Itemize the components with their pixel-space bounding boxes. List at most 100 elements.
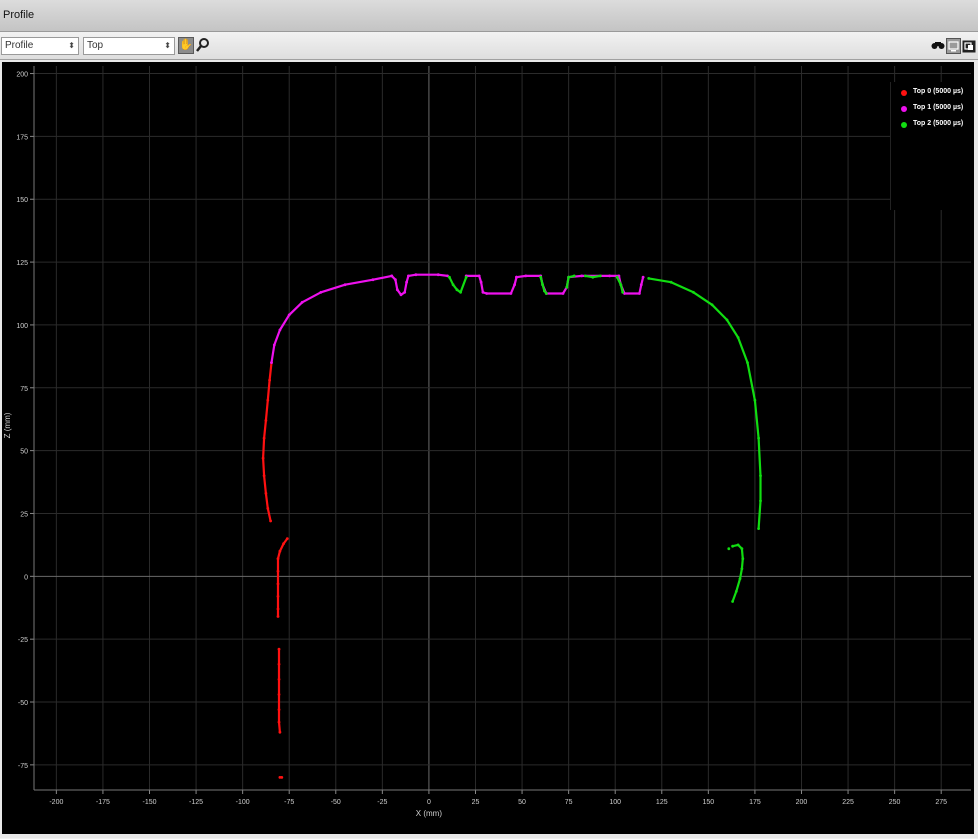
x-tick-label-0: -200 (49, 799, 63, 806)
series-1-segment-1-point-3 (399, 293, 403, 297)
series-2-segment-5-point-0 (647, 277, 651, 280)
y-tick-label-2: 150 (16, 197, 28, 204)
series-2-segment-2-point-0 (565, 285, 569, 289)
x-tick-label-6: -50 (331, 799, 341, 806)
series-0-segment-1-point-2 (278, 549, 282, 553)
series-0-segment-0-point-5 (261, 456, 265, 460)
series-1-segment-3-point-0 (515, 275, 518, 279)
series-2-segment-5-point-11 (757, 527, 760, 530)
x-tick-label-4: -100 (236, 799, 250, 806)
series-2-segment-4-point-1 (619, 283, 623, 287)
y-tick-label-8: 0 (24, 574, 28, 581)
window-title: Profile (3, 9, 35, 21)
source-select-value: Top (87, 40, 104, 51)
series-1-segment-0-point-2 (278, 328, 282, 332)
series-1-segment-0-point-5 (319, 290, 323, 294)
series-2-segment-5-point-9 (759, 474, 762, 478)
series-2-segment-6-point-2 (740, 547, 744, 551)
series-1-segment-2-point-2 (479, 280, 483, 284)
y-tick-label-3: 125 (16, 260, 28, 267)
series-1-segment-1-point-2 (395, 288, 399, 292)
series-2-segment-6-point-6 (734, 590, 738, 593)
series-2-segment-6-point-1 (736, 543, 740, 547)
series-1-segment-3 (515, 274, 645, 295)
series-1-segment-2-point-5 (509, 292, 513, 295)
series-2-segment-5-point-8 (757, 436, 760, 440)
series-0-segment-0-point-4 (262, 436, 266, 440)
binoculars-icon[interactable] (931, 38, 945, 55)
series-0-segment-2-point-4 (277, 708, 281, 711)
series-0-segment-2-point-0 (277, 647, 281, 651)
series-0-segment-0-point-3 (264, 419, 268, 422)
hand-icon[interactable]: ✋ (178, 37, 194, 54)
y-tick-label-7: 25 (20, 511, 28, 518)
x-axis-title: X (mm) (416, 809, 443, 818)
series-1-segment-2-point-1 (477, 274, 481, 278)
view-select[interactable]: Profile ⬍ (1, 37, 79, 55)
plot-frame: -200 -175 -150 -125 -100 -75 -50 -25 0 25 50 75 100 1… (0, 60, 978, 838)
series-0-segment-1-point-4 (276, 569, 280, 573)
zoom-icon[interactable] (195, 37, 211, 54)
series-2-segment-3-point-1 (591, 275, 595, 279)
series-1-segment-1-point-8 (436, 273, 440, 277)
series-0-segment-0-point-6 (262, 474, 266, 478)
series-2-segment-1-point-3 (544, 292, 548, 295)
series-1-segment-2-point-3 (481, 290, 485, 294)
series-2-segment-6 (731, 543, 744, 603)
series-1-segment-1-point-4 (403, 290, 407, 294)
restore-icon[interactable] (962, 38, 976, 54)
series-1-segment-3-point-13 (638, 292, 641, 295)
series-0-segment-1-point-7 (276, 607, 280, 611)
series-2-segment-4-point-2 (621, 290, 625, 294)
series-1-segment-2-point-6 (513, 283, 516, 287)
monitor-icon[interactable] (946, 38, 961, 54)
source-select[interactable]: Top ⬍ (83, 37, 175, 55)
series-0-segment-2-point-5 (277, 720, 281, 724)
x-tick-label-9: 25 (472, 799, 480, 806)
series-2-segment-5-point-6 (746, 361, 749, 364)
profile-plot[interactable]: -200 -175 -150 -125 -100 -75 -50 -25 0 25 50 75 100 1… (2, 62, 974, 834)
x-tick-label-19: 275 (935, 799, 947, 806)
series-2-segment-3-point-0 (584, 274, 587, 278)
series-1-segment-2-point-4 (485, 292, 489, 295)
series-2-segment-6-point-5 (738, 577, 742, 581)
legend-marker-top1 (901, 106, 907, 112)
series-1-segment-3-point-15 (641, 275, 645, 279)
series-0-segment-1-point-5 (276, 582, 280, 586)
legend-label-top2: Top 2 (5000 µs) (913, 120, 964, 127)
series-0-segment-0-point-2 (266, 398, 270, 402)
series-1-segment-1-point-6 (407, 274, 410, 278)
series-1-segment-3-point-1 (524, 274, 528, 278)
series-0-segment-0-point-7 (264, 492, 268, 495)
series-2-segment-0-point-1 (451, 283, 455, 287)
series-2-segment-0-point-4 (464, 275, 468, 279)
series-0-segment-1-point-6 (276, 595, 280, 598)
x-tick-label-16: 200 (796, 799, 808, 806)
series-0-segment-2-point-1 (277, 662, 281, 666)
series-2-segment-5-point-1 (669, 280, 673, 284)
x-tick-label-17: 225 (842, 799, 854, 806)
x-tick-label-8: 0 (427, 799, 431, 806)
series-2-segment-6-point-0 (731, 544, 734, 548)
series-1-segment-3-point-8 (580, 274, 584, 278)
x-tick-label-18: 250 (889, 799, 901, 806)
x-tick-label-7: -25 (377, 799, 387, 806)
series-1-segment-1 (390, 273, 449, 296)
series-1-segment-1-point-7 (414, 273, 418, 277)
series-1-segment-0-point-1 (272, 343, 276, 347)
series-2-segment-4-point-0 (615, 275, 619, 279)
y-tick-label-6: 50 (20, 449, 28, 456)
series-0-segment-2-point-2 (277, 678, 281, 681)
series-2-segment-6-point-4 (740, 567, 744, 571)
series-0-segment-2 (277, 648, 281, 734)
series-1-segment-1-point-0 (390, 274, 394, 278)
series-2-segment-0-point-2 (455, 288, 459, 292)
x-tick-label-13: 125 (656, 799, 668, 806)
series-2-segment-5 (647, 277, 762, 530)
series-1-segment-0-point-0 (270, 361, 273, 364)
series-2-segment-3-point-2 (598, 274, 602, 278)
x-tick-label-1: -175 (96, 799, 110, 806)
series-1-segment-3-point-14 (639, 283, 643, 287)
x-tick-label-12: 100 (609, 799, 621, 806)
legend-marker-top2 (901, 122, 907, 128)
